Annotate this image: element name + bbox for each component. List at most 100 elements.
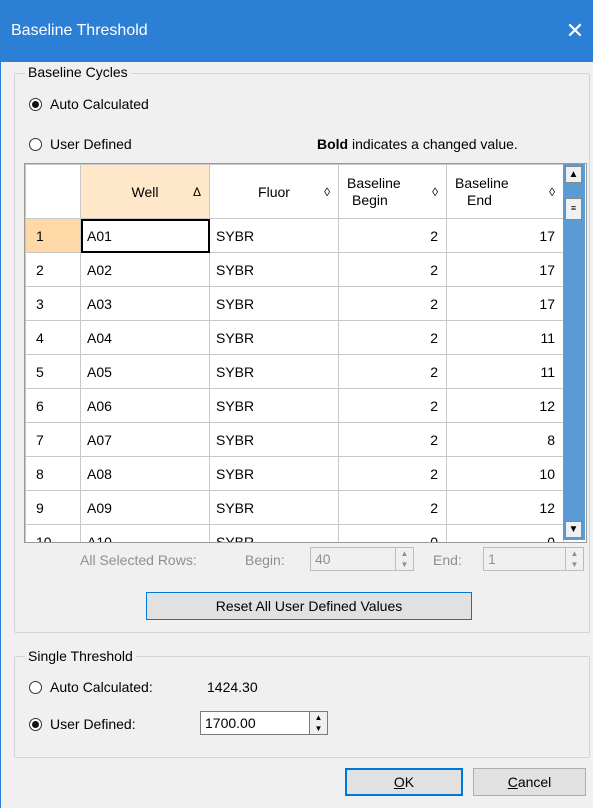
baseline-user-radio[interactable]: User Defined — [29, 136, 132, 152]
table-row[interactable]: 8 A08 SYBR 2 10 — [25, 456, 564, 491]
cell-baseline-end[interactable]: 8 — [446, 422, 564, 457]
table-row[interactable]: 5 A05 SYBR 2 11 — [25, 354, 564, 389]
note-bold: Bold — [317, 136, 349, 152]
table-row[interactable]: 10 A10 SYBR 0 0 — [25, 524, 564, 542]
vertical-scrollbar[interactable]: ▲ ≡ ▼ — [563, 164, 585, 540]
reset-user-values-button[interactable]: Reset All User Defined Values — [146, 592, 472, 620]
cell-fluor[interactable]: SYBR — [209, 320, 339, 355]
cell-well[interactable]: A02 — [80, 252, 210, 287]
cell-well[interactable]: A07 — [80, 422, 210, 457]
cell-baseline-begin[interactable]: 2 — [338, 456, 447, 491]
row-header[interactable]: 8 — [25, 456, 81, 491]
cancel-button[interactable]: Cancel — [473, 768, 586, 796]
threshold-auto-value: 1424.30 — [207, 679, 258, 695]
col-header-well[interactable]: Well Δ — [80, 164, 210, 219]
cell-fluor[interactable]: SYBR — [209, 456, 339, 491]
cell-fluor[interactable]: SYBR — [209, 490, 339, 525]
cell-baseline-end[interactable]: 11 — [446, 354, 564, 389]
baseline-auto-radio[interactable]: Auto Calculated — [29, 96, 149, 112]
cell-baseline-begin[interactable]: 2 — [338, 218, 447, 253]
cell-baseline-begin[interactable]: 2 — [338, 490, 447, 525]
cell-baseline-end[interactable]: 17 — [446, 286, 564, 321]
selected-rows-label: All Selected Rows: — [80, 552, 197, 568]
cell-baseline-begin[interactable]: 2 — [338, 286, 447, 321]
baseline-grid[interactable]: Well Δ Fluor ◊ Baseline Begin ◊ Baseline… — [24, 163, 587, 543]
table-row[interactable]: 4 A04 SYBR 2 11 — [25, 320, 564, 355]
begin-spinner[interactable]: 40 ▲ ▼ — [310, 547, 414, 571]
ok-button[interactable]: OK — [345, 768, 463, 796]
row-header[interactable]: 6 — [25, 388, 81, 423]
scroll-thumb[interactable]: ≡ — [565, 198, 582, 220]
end-spinner[interactable]: 1 ▲ ▼ — [483, 547, 584, 571]
scroll-up-icon[interactable]: ▲ — [565, 166, 582, 183]
row-header[interactable]: 3 — [25, 286, 81, 321]
cell-baseline-end[interactable]: 10 — [446, 456, 564, 491]
cell-fluor[interactable]: SYBR — [209, 388, 339, 423]
row-header[interactable]: 10 — [25, 524, 81, 542]
cell-fluor[interactable]: SYBR — [209, 524, 339, 542]
row-header[interactable]: 5 — [25, 354, 81, 389]
col-header-baseline-end[interactable]: Baseline End ◊ — [446, 164, 564, 219]
cell-baseline-end[interactable]: 17 — [446, 218, 564, 253]
col-header-baseline-begin[interactable]: Baseline Begin ◊ — [338, 164, 447, 219]
close-icon[interactable]: ✕ — [560, 16, 590, 46]
cell-fluor[interactable]: SYBR — [209, 286, 339, 321]
cell-well[interactable]: A01 — [80, 218, 210, 253]
threshold-auto-radio[interactable]: Auto Calculated: — [29, 679, 153, 695]
cell-well[interactable]: A09 — [80, 490, 210, 525]
cell-baseline-begin[interactable]: 0 — [338, 524, 447, 542]
row-header[interactable]: 9 — [25, 490, 81, 525]
cancel-label: Cancel — [507, 774, 552, 790]
row-header[interactable]: 4 — [25, 320, 81, 355]
row-header[interactable]: 2 — [25, 252, 81, 287]
cell-baseline-begin[interactable]: 2 — [338, 320, 447, 355]
cell-fluor[interactable]: SYBR — [209, 354, 339, 389]
cell-baseline-end[interactable]: 17 — [446, 252, 564, 287]
window-border — [0, 62, 1, 808]
threshold-user-spinner[interactable]: 1700.00 ▲ ▼ — [200, 711, 328, 735]
cell-baseline-end[interactable]: 12 — [446, 388, 564, 423]
baseline-table: Well Δ Fluor ◊ Baseline Begin ◊ Baseline… — [25, 164, 564, 542]
cell-well[interactable]: A03 — [80, 286, 210, 321]
cell-baseline-begin[interactable]: 2 — [338, 252, 447, 287]
cell-baseline-begin[interactable]: 2 — [338, 422, 447, 457]
cell-baseline-end[interactable]: 0 — [446, 524, 564, 542]
cell-baseline-end[interactable]: 11 — [446, 320, 564, 355]
cell-fluor[interactable]: SYBR — [209, 422, 339, 457]
sort-icon: ◊ — [549, 185, 555, 199]
spinner-arrows-icon[interactable]: ▲ ▼ — [395, 548, 413, 570]
changed-value-note: Bold indicates a changed value. — [317, 136, 518, 152]
baseline-user-label: User Defined — [50, 136, 132, 152]
spinner-arrows-icon[interactable]: ▲ ▼ — [565, 548, 583, 570]
sort-icon: ◊ — [324, 185, 330, 199]
radio-unchecked-icon — [29, 137, 42, 151]
cell-fluor[interactable]: SYBR — [209, 218, 339, 253]
table-row[interactable]: 9 A09 SYBR 2 12 — [25, 490, 564, 525]
note-text: indicates a changed value. — [348, 136, 518, 152]
scroll-down-icon[interactable]: ▼ — [565, 521, 582, 538]
row-header[interactable]: 1 — [25, 218, 81, 253]
row-header[interactable]: 7 — [25, 422, 81, 457]
threshold-user-value[interactable]: 1700.00 — [205, 715, 256, 731]
cell-fluor[interactable]: SYBR — [209, 252, 339, 287]
table-row[interactable]: 1 A01 SYBR 2 17 — [25, 218, 564, 253]
cell-baseline-begin[interactable]: 2 — [338, 388, 447, 423]
cell-well[interactable]: A08 — [80, 456, 210, 491]
col-header-fluor[interactable]: Fluor ◊ — [209, 164, 339, 219]
cell-well[interactable]: A04 — [80, 320, 210, 355]
table-row[interactable]: 3 A03 SYBR 2 17 — [25, 286, 564, 321]
table-row[interactable]: 6 A06 SYBR 2 12 — [25, 388, 564, 423]
col-fluor-label: Fluor — [258, 183, 290, 200]
radio-checked-icon — [29, 717, 42, 731]
threshold-user-radio[interactable]: User Defined: — [29, 716, 136, 732]
col-end-label-2: End — [467, 191, 492, 208]
cell-well[interactable]: A06 — [80, 388, 210, 423]
cell-well[interactable]: A05 — [80, 354, 210, 389]
table-row[interactable]: 2 A02 SYBR 2 17 — [25, 252, 564, 287]
table-row[interactable]: 7 A07 SYBR 2 8 — [25, 422, 564, 457]
corner-header[interactable] — [25, 164, 81, 219]
cell-baseline-begin[interactable]: 2 — [338, 354, 447, 389]
cell-well[interactable]: A10 — [80, 524, 210, 542]
spinner-arrows-icon[interactable]: ▲ ▼ — [309, 712, 327, 734]
cell-baseline-end[interactable]: 12 — [446, 490, 564, 525]
